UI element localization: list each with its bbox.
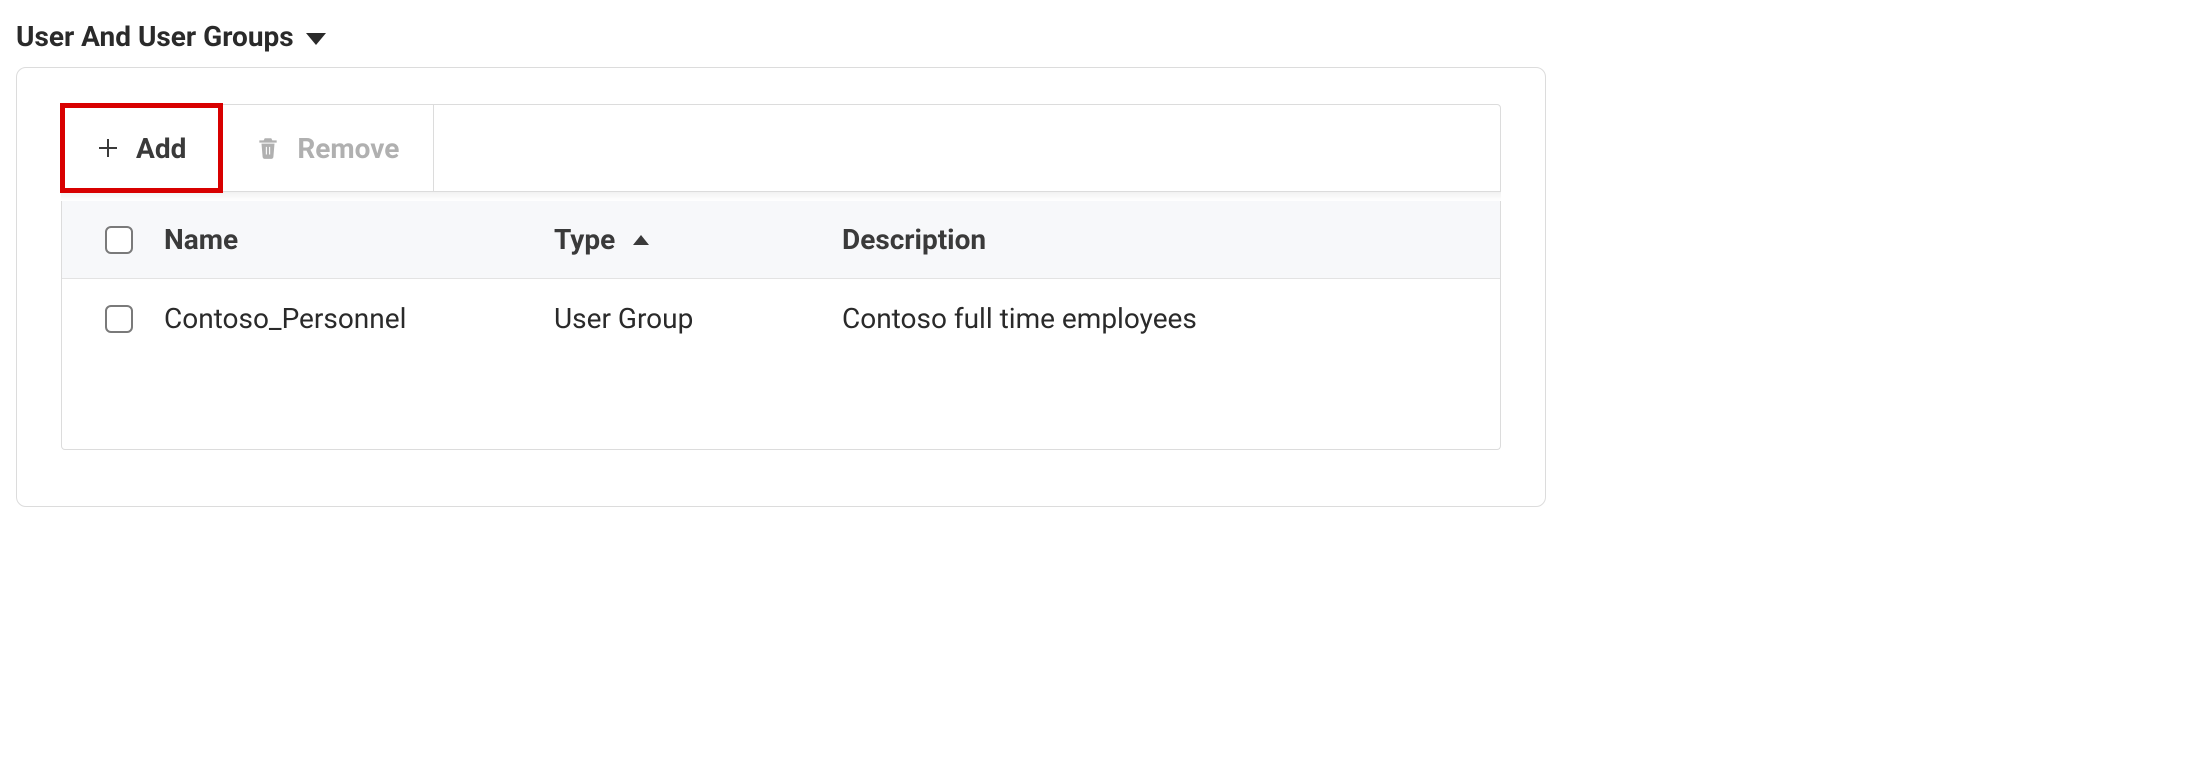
caret-down-icon	[306, 33, 326, 45]
table-header: Name Type Description	[62, 201, 1500, 279]
select-all-checkbox[interactable]	[105, 226, 133, 254]
column-header-description[interactable]: Description	[842, 223, 1478, 256]
section-header[interactable]: User And User Groups	[16, 20, 2173, 53]
table-empty-space	[62, 359, 1500, 449]
column-header-name[interactable]: Name	[154, 223, 554, 256]
add-button[interactable]: Add	[62, 105, 221, 191]
row-checkbox-cell	[84, 305, 154, 333]
toolbar: Add Remove	[61, 104, 1501, 192]
column-header-type-label: Type	[554, 223, 615, 256]
row-description-cell: Contoso full time employees	[842, 302, 1478, 335]
row-name-cell: Contoso_Personnel	[154, 302, 554, 335]
column-header-name-label: Name	[164, 223, 238, 256]
section-title: User And User Groups	[16, 20, 294, 53]
row-description: Contoso full time employees	[842, 302, 1197, 335]
column-header-type[interactable]: Type	[554, 223, 842, 256]
trash-icon	[255, 134, 281, 162]
column-header-description-label: Description	[842, 223, 986, 256]
row-checkbox[interactable]	[105, 305, 133, 333]
toolbar-shadow	[61, 191, 1501, 201]
row-type-cell: User Group	[554, 302, 842, 335]
row-name: Contoso_Personnel	[164, 302, 406, 335]
plus-icon	[96, 136, 120, 160]
table: Name Type Description Contoso_Personnel …	[61, 201, 1501, 450]
remove-label: Remove	[297, 132, 399, 165]
sort-asc-icon	[633, 235, 649, 245]
add-label: Add	[136, 132, 186, 165]
table-row[interactable]: Contoso_Personnel User Group Contoso ful…	[62, 279, 1500, 359]
remove-button[interactable]: Remove	[221, 105, 434, 191]
row-type: User Group	[554, 302, 693, 335]
header-checkbox-cell	[84, 226, 154, 254]
panel: Add Remove Name Type Description	[16, 67, 1546, 507]
